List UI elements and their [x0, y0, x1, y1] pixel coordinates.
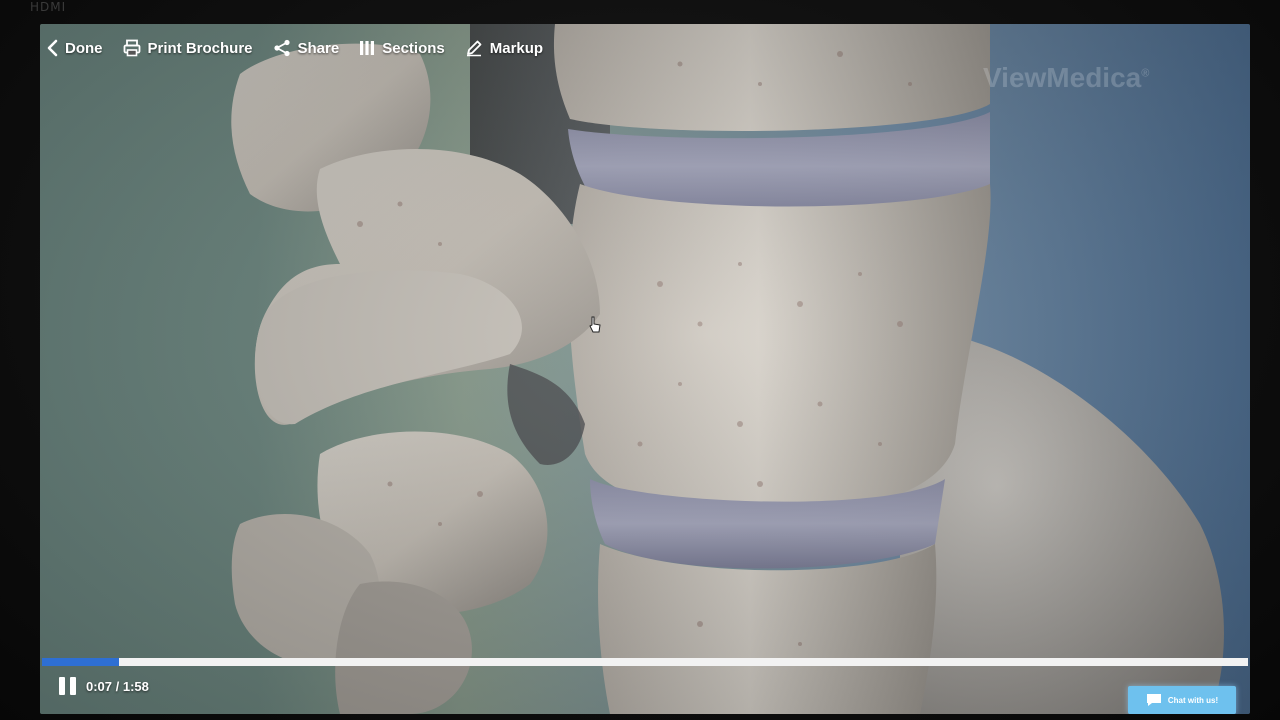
viewmedica-watermark: ViewMedica® [983, 62, 1149, 94]
share-label: Share [297, 39, 340, 57]
watermark-registered-mark: ® [1141, 67, 1150, 80]
share-button[interactable]: Share [273, 39, 340, 57]
player-toolbar: Done Print Brochure Share Sections Marku… [40, 34, 543, 62]
chat-label: Chat with us! [1167, 695, 1219, 705]
sections-label: Sections [382, 39, 445, 57]
video-progress-fill [42, 658, 120, 666]
hand-cursor-icon [589, 316, 601, 333]
markup-button[interactable]: Markup [465, 39, 543, 57]
pencil-icon [466, 40, 482, 57]
printer-icon [123, 39, 140, 57]
done-button[interactable]: Done [46, 39, 103, 57]
sections-button[interactable]: Sections [359, 40, 445, 57]
pause-button[interactable] [58, 675, 78, 697]
playback-controls: 0:07 / 1:58 [58, 674, 149, 698]
print-brochure-label: Print Brochure [147, 39, 253, 57]
video-player[interactable]: ViewMedica® Done Print Brochure Share Se… [40, 24, 1250, 714]
time-readout: 0:07 / 1:58 [86, 678, 149, 694]
monitor-frame: HDMI ViewMedica® Done Print Brochure Sha… [0, 0, 1280, 720]
done-label: Done [65, 39, 103, 57]
chevron-left-icon [47, 39, 58, 57]
chat-with-us-button[interactable]: Chat with us! [1128, 686, 1236, 714]
sections-bars-icon [360, 41, 375, 55]
markup-label: Markup [489, 39, 544, 57]
share-icon [273, 39, 290, 57]
hdmi-overlay-label: HDMI [30, 0, 67, 14]
watermark-text: ViewMedica [983, 62, 1142, 93]
chat-bubble-icon [1146, 694, 1161, 706]
spine-illustration [231, 24, 1224, 714]
print-brochure-button[interactable]: Print Brochure [123, 39, 253, 57]
video-progress-bar[interactable] [42, 658, 1248, 666]
